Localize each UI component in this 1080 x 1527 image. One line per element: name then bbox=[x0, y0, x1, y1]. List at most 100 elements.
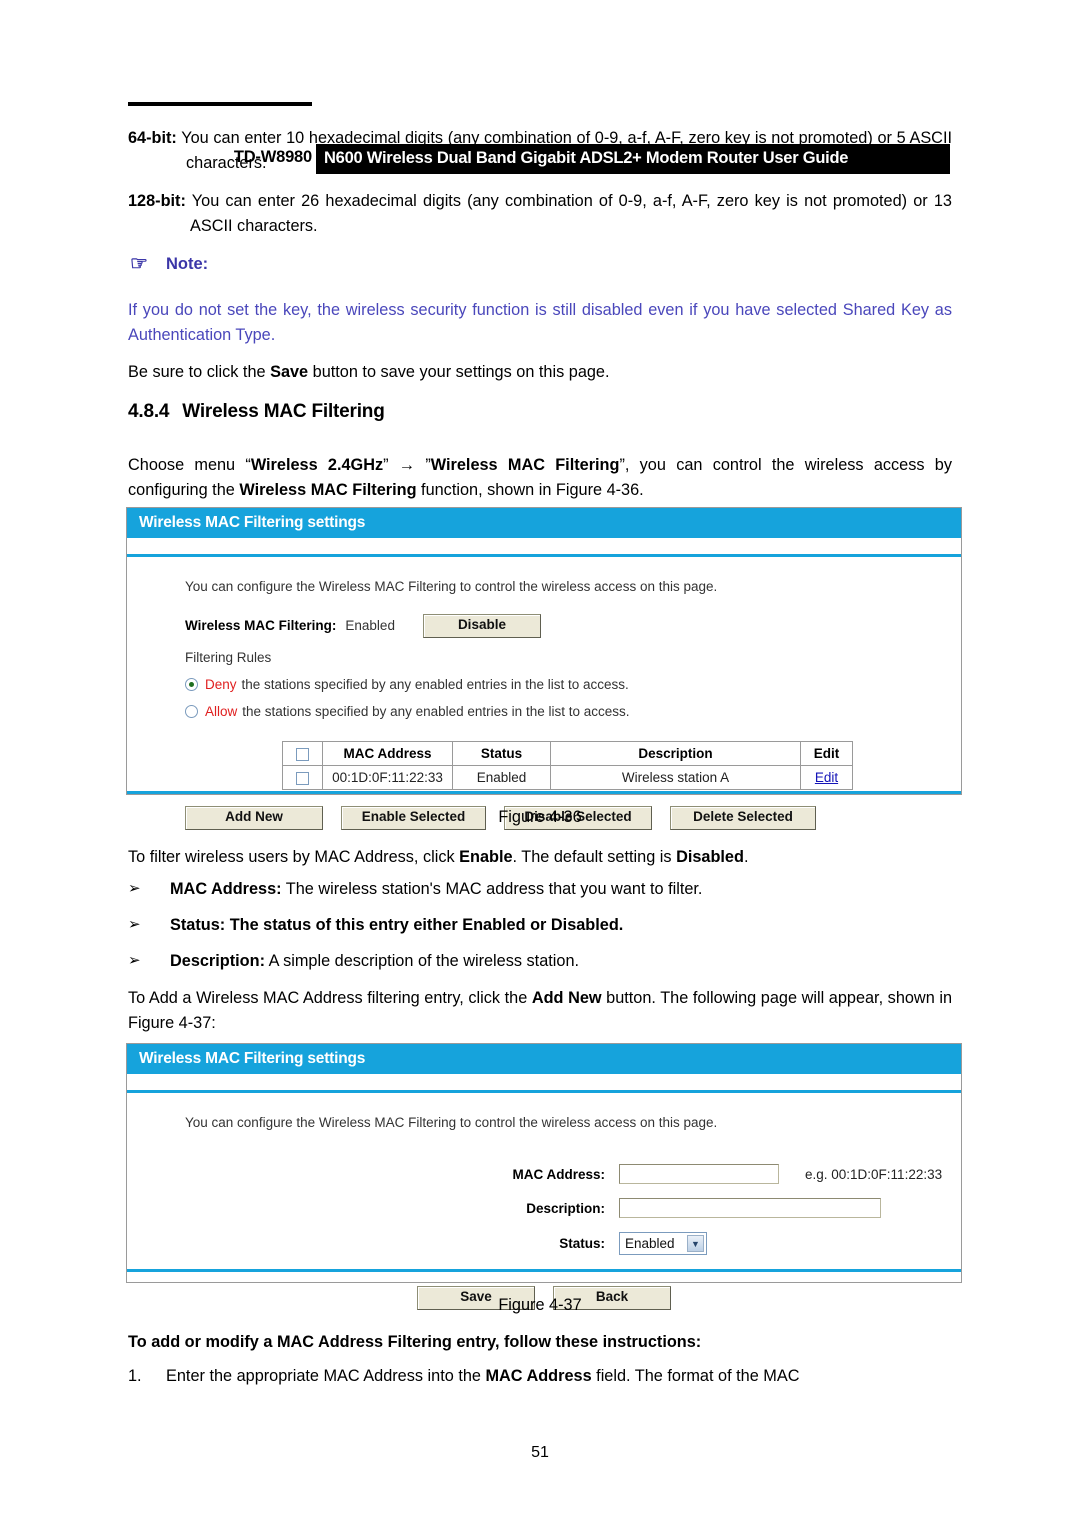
mac-filtering-table: MAC Address Status Description Edit 00:1… bbox=[282, 740, 853, 790]
description-row: Description: bbox=[127, 1198, 961, 1218]
section-heading: 4.8.4 Wireless MAC Filtering bbox=[128, 401, 385, 423]
step1-b1: MAC Address bbox=[485, 1367, 592, 1385]
figure-36-caption: Figure 4-36 bbox=[498, 808, 582, 826]
wireless-mac-filtering-label: Wireless MAC Filtering: bbox=[185, 618, 337, 634]
col-mac-address: MAC Address bbox=[322, 740, 453, 766]
panel-list-body: You can configure the Wireless MAC Filte… bbox=[127, 557, 961, 830]
text-128bit: You can enter 26 hexadecimal digits (any… bbox=[185, 192, 952, 235]
table-row: 00:1D:0F:11:22:33 Enabled Wireless stati… bbox=[282, 764, 853, 790]
step1-p1: Enter the appropriate MAC Address into t… bbox=[166, 1367, 486, 1385]
paragraph-filter-intro: To filter wireless users by MAC Address,… bbox=[128, 845, 952, 870]
table-header-row: MAC Address Status Description Edit bbox=[282, 740, 853, 766]
add-entry-b1: Add New bbox=[531, 989, 602, 1007]
status-row: Status: Enabled ▼ bbox=[127, 1232, 961, 1255]
mac-address-example: e.g. 00:1D:0F:11:22:33 bbox=[805, 1166, 943, 1182]
save-hint: Be sure to click the Save button to save… bbox=[128, 360, 952, 385]
choose-p2: ” → ” bbox=[383, 456, 431, 474]
save-hint-post: button to save your settings on this pag… bbox=[308, 363, 610, 381]
label-128bit: 128-bit: bbox=[128, 192, 186, 210]
filter-rule-deny-row[interactable]: Deny the stations specified by any enabl… bbox=[127, 665, 961, 692]
page-number: 51 bbox=[531, 1444, 549, 1461]
filter-intro-p3: . bbox=[743, 848, 749, 866]
wireless-mac-filtering-list-panel: Wireless MAC Filtering settings You can … bbox=[126, 507, 962, 830]
radio-deny-text: the stations specified by any enabled en… bbox=[241, 676, 629, 692]
col-edit: Edit bbox=[800, 740, 853, 766]
bullet-status-mid: or bbox=[525, 916, 551, 934]
panel-form-description: You can configure the Wireless MAC Filte… bbox=[185, 1115, 718, 1130]
filtering-rules-label: Filtering Rules bbox=[185, 649, 272, 665]
label-64bit: 64-bit: bbox=[128, 129, 177, 147]
choose-p1: Choose menu “ bbox=[128, 456, 251, 474]
bullet-description: Description: A simple description of the… bbox=[128, 949, 952, 973]
disable-button[interactable]: Disable bbox=[422, 614, 541, 638]
step-number: 1. bbox=[128, 1367, 142, 1385]
filter-intro-b1: Enable bbox=[459, 848, 513, 866]
paragraph-add-entry: To Add a Wireless MAC Address filtering … bbox=[128, 986, 952, 1036]
edit-link[interactable]: Edit bbox=[815, 770, 838, 785]
panel-list-description: You can configure the Wireless MAC Filte… bbox=[185, 579, 718, 594]
radio-allow-word: Allow bbox=[205, 703, 238, 719]
radio-deny[interactable] bbox=[185, 677, 198, 691]
description-input[interactable] bbox=[619, 1198, 881, 1218]
select-all-cell[interactable] bbox=[282, 740, 323, 766]
cell-mac-address: 00:1D:0F:11:22:33 bbox=[322, 764, 453, 790]
choose-b2: Wireless MAC Filtering bbox=[430, 456, 620, 474]
panel-form-body: You can configure the Wireless MAC Filte… bbox=[127, 1093, 961, 1310]
status-select[interactable]: Enabled ▼ bbox=[619, 1232, 707, 1255]
status-select-value: Enabled bbox=[625, 1236, 675, 1251]
choose-b3: Wireless MAC Filtering bbox=[239, 480, 417, 499]
cell-edit[interactable]: Edit bbox=[800, 764, 853, 790]
bullet-status-post: . bbox=[618, 916, 624, 934]
cell-status: Enabled bbox=[452, 764, 551, 790]
header-rule bbox=[128, 102, 312, 106]
step-text: Enter the appropriate MAC Address into t… bbox=[128, 1364, 952, 1389]
list-item: ➢ Status: The status of this entry eithe… bbox=[128, 913, 952, 937]
row-select-cell[interactable] bbox=[282, 764, 323, 790]
row-checkbox[interactable] bbox=[296, 771, 309, 785]
wireless-mac-filtering-form-panel: Wireless MAC Filtering settings You can … bbox=[126, 1043, 962, 1310]
figure-37-caption: Figure 4-37 bbox=[498, 1296, 582, 1314]
arrow-bullet-icon: ➢ bbox=[128, 916, 141, 933]
bullet-mac-address-label: MAC Address: bbox=[170, 880, 282, 898]
paragraph-choose-menu: Choose menu “Wireless 2.4GHz” → ”Wireles… bbox=[128, 453, 952, 503]
step1-p2: field. The format of the MAC bbox=[591, 1367, 800, 1385]
chevron-down-icon[interactable]: ▼ bbox=[687, 1235, 704, 1252]
radio-deny-word: Deny bbox=[205, 676, 237, 692]
paragraph-64bit: 64-bit: You can enter 10 hexadecimal dig… bbox=[128, 126, 952, 176]
wireless-mac-filtering-value: Enabled bbox=[345, 618, 395, 634]
mac-address-input[interactable] bbox=[619, 1164, 779, 1184]
radio-allow[interactable] bbox=[185, 704, 198, 718]
bullet-mac-address: MAC Address: The wireless station's MAC … bbox=[128, 877, 952, 901]
hand-pointing-right-icon: ☞ bbox=[130, 253, 148, 275]
bullet-status-label: Status: bbox=[170, 916, 226, 934]
panel-form-title-gap bbox=[127, 1074, 961, 1090]
bullet-mac-address-text: The wireless station's MAC address that … bbox=[281, 880, 703, 898]
note-text: If you do not set the key, the wireless … bbox=[128, 301, 952, 344]
col-description: Description bbox=[550, 740, 801, 766]
arrow-bullet-icon: ➢ bbox=[128, 880, 141, 897]
mac-address-row: MAC Address: e.g. 00:1D:0F:11:22:33 bbox=[127, 1164, 961, 1184]
wireless-mac-filtering-status-row: Wireless MAC Filtering: Enabled Disable bbox=[127, 594, 961, 638]
list-item: ➢ MAC Address: The wireless station's MA… bbox=[128, 877, 952, 901]
bullet-status-disabled: Disabled bbox=[550, 916, 619, 934]
bullet-status-enabled: Enabled bbox=[462, 916, 526, 934]
select-all-checkbox[interactable] bbox=[296, 747, 309, 761]
choose-p4: function, shown in Figure 4-36. bbox=[416, 480, 644, 499]
save-hint-bold: Save bbox=[270, 363, 309, 381]
filter-intro-p2: . The default setting is bbox=[512, 848, 677, 866]
document-page: TD-W8980 N600 Wireless Dual Band Gigabit… bbox=[0, 0, 1080, 1527]
paragraph-128bit: 128-bit: You can enter 26 hexadecimal di… bbox=[128, 189, 952, 239]
mac-address-label: MAC Address: bbox=[512, 1166, 605, 1182]
panel-list-title-gap bbox=[127, 538, 961, 554]
filter-intro-p1: To filter wireless users by MAC Address,… bbox=[128, 848, 460, 866]
running-header: TD-W8980 N600 Wireless Dual Band Gigabit… bbox=[0, 72, 1080, 174]
list-item: ➢ Description: A simple description of t… bbox=[128, 949, 952, 973]
save-hint-pre: Be sure to click the bbox=[128, 363, 271, 381]
add-entry-p1: To Add a Wireless MAC Address filtering … bbox=[128, 989, 532, 1007]
panel-form-title: Wireless MAC Filtering settings bbox=[127, 1044, 961, 1074]
description-label: Description: bbox=[526, 1200, 605, 1216]
section-title: Wireless MAC Filtering bbox=[182, 401, 385, 422]
note-label: Note: bbox=[166, 255, 209, 273]
filter-rule-allow-row[interactable]: Allow the stations specified by any enab… bbox=[127, 692, 961, 719]
bullet-status-pre: The status of this entry either bbox=[225, 916, 463, 934]
